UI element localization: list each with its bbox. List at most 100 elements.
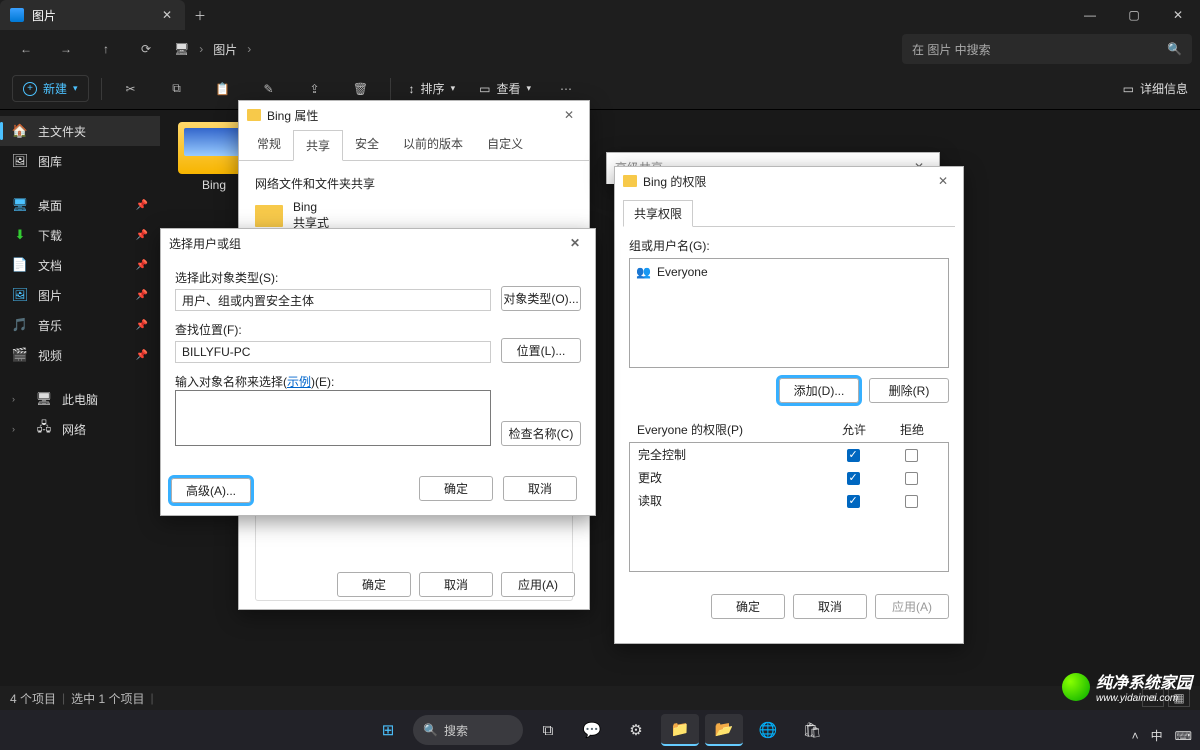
taskbar-app-settings[interactable]: ⚙ [617, 714, 655, 746]
tab-close-icon[interactable]: ✕ [159, 7, 175, 23]
ok-button[interactable]: 确定 [337, 572, 411, 597]
list-item[interactable]: 👥 Everyone [634, 263, 944, 281]
sidebar-item-downloads[interactable]: ⬇下载📌 [0, 220, 160, 250]
sidebar-item-thispc[interactable]: ›🖥此电脑 [0, 384, 160, 414]
view-dropdown[interactable]: ▭ 查看 ▾ [473, 76, 537, 101]
sidebar-item-network[interactable]: ›🖧网络 [0, 414, 160, 444]
permissions-table: 完全控制 更改 读取 [629, 442, 949, 572]
system-tray[interactable]: ˄ 中 ⌨ [1132, 727, 1192, 744]
taskview-button[interactable]: ⧉ [529, 714, 567, 746]
add-button[interactable]: 添加(D)... [779, 378, 859, 403]
object-type-button[interactable]: 对象类型(O)... [501, 286, 581, 311]
cancel-button[interactable]: 取消 [419, 572, 493, 597]
remove-button[interactable]: 删除(R) [869, 378, 949, 403]
watermark-logo-icon [1062, 673, 1090, 701]
deny-change-checkbox[interactable] [905, 472, 918, 485]
check-names-button[interactable]: 检查名称(C) [501, 421, 581, 446]
sidebar-item-pictures[interactable]: 🖼图片📌 [0, 280, 160, 310]
refresh-button[interactable]: ⟳ [128, 34, 164, 64]
taskbar-app-explorer[interactable]: 📁 [661, 714, 699, 746]
delete-icon[interactable]: 🗑 [344, 74, 378, 104]
allow-read-checkbox[interactable] [847, 495, 860, 508]
dialog-title: 选择用户或组 [169, 235, 241, 252]
tab-security[interactable]: 安全 [343, 129, 391, 160]
taskbar-app-explorer2[interactable]: 📂 [705, 714, 743, 746]
sidebar-item-videos[interactable]: 🎬视频📌 [0, 340, 160, 370]
cut-icon[interactable]: ✂ [114, 74, 148, 104]
dialog-titlebar[interactable]: Bing 的权限 ✕ [615, 167, 963, 195]
sidebar-item-music[interactable]: 🎵音乐📌 [0, 310, 160, 340]
copy-icon[interactable]: ⧉ [160, 74, 194, 104]
sidebar-item-gallery[interactable]: 🖼图库 [0, 146, 160, 176]
tab-previous[interactable]: 以前的版本 [391, 129, 475, 160]
breadcrumb[interactable]: 🖥 › 图片 › [174, 41, 251, 58]
taskbar-app-store[interactable]: 🛍 [793, 714, 831, 746]
status-item-count: 4 个项目 [10, 690, 56, 707]
tab-share[interactable]: 共享 [293, 130, 343, 161]
apply-button[interactable]: 应用(A) [875, 594, 949, 619]
paste-icon[interactable]: 📋 [206, 74, 240, 104]
tab-title: 图片 [32, 7, 56, 24]
ok-button[interactable]: 确定 [711, 594, 785, 619]
details-icon: ▭ [1123, 82, 1134, 96]
dialog-titlebar[interactable]: 选择用户或组 ✕ [161, 229, 595, 257]
taskbar-app-edge[interactable]: 🌐 [749, 714, 787, 746]
desktop-icon: 🖥 [12, 197, 28, 213]
minimize-button[interactable]: — [1068, 0, 1112, 30]
new-button[interactable]: + 新建 ▾ [12, 75, 89, 102]
cancel-button[interactable]: 取消 [503, 476, 577, 501]
example-link[interactable]: 示例 [287, 375, 311, 389]
close-icon[interactable]: ✕ [557, 108, 581, 122]
sidebar-item-documents[interactable]: 📄文档📌 [0, 250, 160, 280]
start-button[interactable]: ⊞ [369, 714, 407, 746]
details-pane-button[interactable]: ▭ 详细信息 [1123, 80, 1188, 97]
allow-full-checkbox[interactable] [847, 449, 860, 462]
object-names-input[interactable] [175, 390, 491, 446]
close-icon[interactable]: ✕ [931, 174, 955, 188]
ok-button[interactable]: 确定 [419, 476, 493, 501]
sidebar-item-desktop[interactable]: 🖥桌面📌 [0, 190, 160, 220]
ime-indicator[interactable]: 中 [1151, 727, 1163, 744]
new-tab-button[interactable]: ＋ [185, 0, 215, 30]
pin-icon: 📌 [136, 200, 148, 211]
tray-chevron-icon[interactable]: ˄ [1132, 729, 1139, 743]
taskbar-search[interactable]: 🔍搜索 [413, 715, 523, 745]
separator: | [62, 691, 65, 705]
rename-icon[interactable]: ✎ [252, 74, 286, 104]
window-tab[interactable]: 图片 ✕ [0, 0, 185, 30]
forward-button[interactable]: → [48, 34, 84, 64]
keyboard-icon[interactable]: ⌨ [1175, 729, 1192, 743]
tab-general[interactable]: 常规 [245, 129, 293, 160]
back-button[interactable]: ← [8, 34, 44, 64]
cancel-button[interactable]: 取消 [793, 594, 867, 619]
pictures-icon: 🖼 [12, 287, 28, 303]
close-icon[interactable]: ✕ [563, 236, 587, 250]
shared-object-name: Bing [293, 200, 329, 214]
sidebar-item-home[interactable]: 🏠主文件夹 [0, 116, 160, 146]
pc-icon: 🖥 [36, 391, 52, 407]
taskbar-app-chat[interactable]: 💬 [573, 714, 611, 746]
more-icon[interactable]: ⋯ [549, 74, 583, 104]
share-icon[interactable]: ⇪ [298, 74, 332, 104]
dialog-titlebar[interactable]: Bing 属性 ✕ [239, 101, 589, 129]
apply-button[interactable]: 应用(A) [501, 572, 575, 597]
location-button[interactable]: 位置(L)... [501, 338, 581, 363]
address-bar: ← → ↑ ⟳ 🖥 › 图片 › 在 图片 中搜索 🔍 [0, 30, 1200, 68]
search-input[interactable]: 在 图片 中搜索 🔍 [902, 34, 1192, 64]
maximize-button[interactable]: ▢ [1112, 0, 1156, 30]
advanced-button[interactable]: 高级(A)... [171, 478, 251, 503]
folder-icon [255, 205, 283, 227]
up-button[interactable]: ↑ [88, 34, 124, 64]
allow-change-checkbox[interactable] [847, 472, 860, 485]
close-button[interactable]: ✕ [1156, 0, 1200, 30]
tab-share-perm[interactable]: 共享权限 [623, 200, 693, 227]
perm-row-full: 完全控制 [630, 443, 948, 466]
sort-dropdown[interactable]: ↕ 排序 ▾ [403, 76, 462, 101]
explorer-toolbar: + 新建 ▾ ✂ ⧉ 📋 ✎ ⇪ 🗑 ↕ 排序 ▾ ▭ 查看 ▾ ⋯ ▭ 详细信… [0, 68, 1200, 110]
download-icon: ⬇ [12, 227, 28, 243]
tab-custom[interactable]: 自定义 [475, 129, 535, 160]
group-user-list[interactable]: 👥 Everyone [629, 258, 949, 368]
deny-full-checkbox[interactable] [905, 449, 918, 462]
deny-read-checkbox[interactable] [905, 495, 918, 508]
breadcrumb-item[interactable]: 图片 [213, 41, 237, 58]
